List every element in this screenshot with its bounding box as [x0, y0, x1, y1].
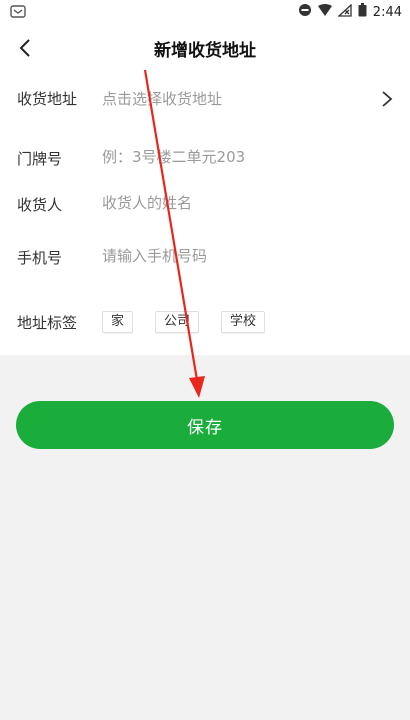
receiver-row: 收货人 — [0, 194, 410, 216]
address-label: 收货地址 — [17, 90, 78, 108]
message-icon — [10, 4, 26, 23]
tags-row: 地址标签 家 公司 学校 — [0, 311, 410, 335]
tag-school[interactable]: 学校 — [221, 311, 266, 333]
phone-input[interactable] — [102, 247, 362, 265]
tag-company[interactable]: 公司 — [155, 311, 200, 333]
battery-icon — [358, 3, 367, 21]
address-picker[interactable]: 点击选择收货地址 — [102, 88, 362, 109]
address-row[interactable]: 收货地址 点击选择收货地址 — [0, 88, 410, 112]
save-button[interactable]: 保存 — [16, 401, 394, 449]
app-header: 新增收货地址 — [0, 24, 410, 72]
page-title: 新增收货地址 — [154, 41, 256, 61]
phone-label: 手机号 — [17, 249, 63, 267]
chevron-right-icon[interactable] — [380, 89, 394, 109]
door-number-row: 门牌号 — [0, 148, 410, 170]
phone-row: 手机号 — [0, 247, 410, 269]
address-form: 收货地址 点击选择收货地址 门牌号 收货人 手机号 地址标签 家 公司 学校 — [0, 72, 410, 355]
tags-label: 地址标签 — [17, 314, 78, 332]
tag-options: 家 公司 学校 — [102, 311, 266, 333]
status-bar: 2:44 — [0, 0, 410, 24]
receiver-label: 收货人 — [17, 196, 63, 214]
dnd-icon — [298, 3, 312, 21]
door-number-input[interactable] — [102, 148, 362, 166]
no-signal-icon — [337, 3, 352, 21]
door-number-label: 门牌号 — [17, 150, 63, 168]
wifi-icon — [317, 4, 332, 20]
receiver-name-input[interactable] — [102, 194, 362, 212]
tag-home[interactable]: 家 — [102, 311, 134, 333]
status-time: 2:44 — [372, 4, 402, 20]
